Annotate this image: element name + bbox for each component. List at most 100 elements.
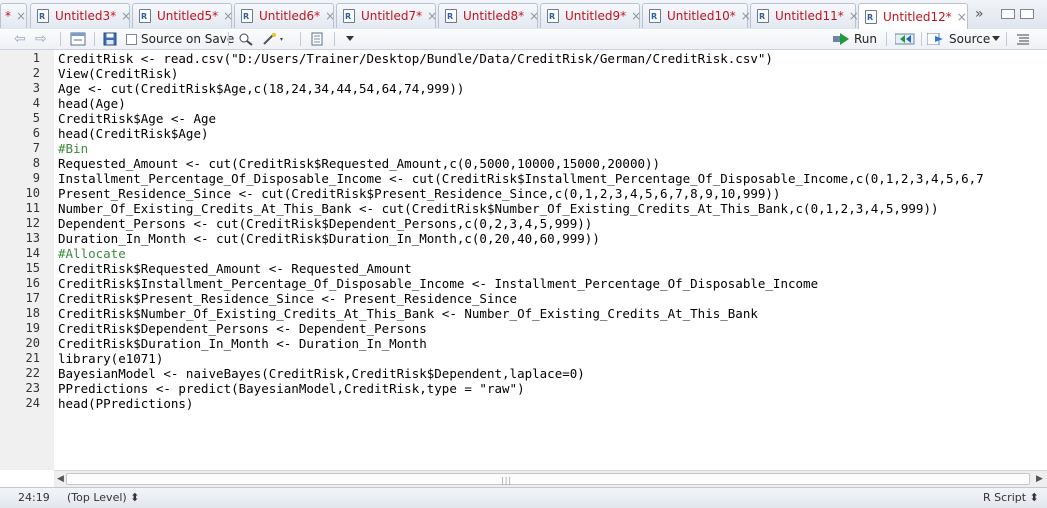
scrollbar-thumb[interactable]: ||| [66, 473, 1030, 485]
line-text[interactable]: Age <- cut(CreditRisk$Age,c(18,24,34,44,… [58, 81, 464, 96]
scope-selector[interactable]: (Top Level) ⬍ [67, 491, 139, 504]
line-number: 3 [32, 81, 40, 95]
save-icon[interactable] [103, 31, 117, 47]
tab-2[interactable]: Untitled3* × [30, 3, 131, 28]
compile-report-icon[interactable] [310, 31, 324, 47]
tab-close-icon[interactable]: × [529, 9, 539, 23]
line-number: 7 [32, 141, 40, 155]
line-text[interactable]: head(CreditRisk$Age) [58, 126, 209, 141]
tab-label: Untitled8* [463, 9, 525, 23]
code-editor[interactable]: 1 CreditRisk <- read.csv("D:/Users/Traine… [0, 50, 1047, 470]
line-text[interactable]: CreditRisk$Installment_Percentage_Of_Dis… [58, 276, 818, 291]
line-text[interactable]: BayesianModel <- naiveBayes(CreditRisk,C… [58, 366, 585, 381]
tab-5[interactable]: Untitled7* × [336, 3, 437, 28]
line-number: 12 [25, 216, 40, 230]
r-file-icon [649, 9, 661, 23]
back-arrow-icon[interactable]: ⇦ [14, 31, 26, 47]
tab-3[interactable]: Untitled5* × [132, 3, 233, 28]
line-number: 24 [25, 396, 40, 410]
line-number: 8 [32, 156, 40, 170]
line-text[interactable]: View(CreditRisk) [58, 66, 178, 81]
tab-label: Untitled12* [883, 9, 952, 24]
line-text[interactable]: CreditRisk$Number_Of_Existing_Credits_At… [58, 306, 758, 321]
line-number: 2 [32, 66, 40, 80]
run-button[interactable]: Run [833, 31, 877, 47]
cursor-position: 24:19 [18, 491, 50, 504]
tab-1[interactable]: * × [0, 3, 27, 28]
line-text[interactable]: CreditRisk$Duration_In_Month <- Duration… [58, 336, 427, 351]
r-file-icon [37, 9, 49, 23]
rerun-icon[interactable] [895, 31, 915, 47]
line-text[interactable]: CreditRisk$Present_Residence_Since <- Pr… [58, 291, 517, 306]
line-text[interactable]: CreditRisk$Age <- Age [58, 111, 216, 126]
scroll-left-arrow-icon[interactable]: ◀ [57, 474, 64, 484]
tab-close-icon[interactable]: × [427, 9, 437, 23]
tab-9[interactable]: Untitled11*× [750, 3, 859, 28]
line-text[interactable]: Installment_Percentage_Of_Disposable_Inc… [58, 171, 984, 186]
more-options-chevron-icon[interactable] [346, 31, 354, 47]
line-number: 14 [25, 246, 40, 260]
r-file-icon [547, 9, 559, 23]
line-text[interactable]: CreditRisk <- read.csv("D:/Users/Trainer… [58, 51, 773, 66]
source-on-save-checkbox[interactable]: Source on Save [126, 31, 234, 47]
line-text[interactable]: Present_Residence_Since <- cut(CreditRis… [58, 186, 780, 201]
line-number: 4 [32, 96, 40, 110]
tab-overflow-icon[interactable]: » [975, 6, 983, 22]
minimize-pane-icon[interactable] [1001, 9, 1015, 19]
line-text[interactable]: CreditRisk$Dependent_Persons <- Dependen… [58, 321, 427, 336]
line-text[interactable]: head(Age) [58, 96, 126, 111]
line-text[interactable]: Number_Of_Existing_Credits_At_This_Bank … [58, 201, 939, 216]
line-number: 9 [32, 171, 40, 185]
line-number: 19 [25, 321, 40, 335]
line-text[interactable]: PPredictions <- predict(BayesianModel,Cr… [58, 381, 525, 396]
line-number: 1 [32, 51, 40, 65]
line-text[interactable]: head(PPredictions) [58, 396, 193, 411]
tab-label: Untitled10* [667, 9, 736, 23]
r-file-icon [445, 9, 457, 23]
r-file-icon [241, 9, 253, 23]
tab-4[interactable]: Untitled6* × [234, 3, 335, 28]
line-text[interactable]: Dependent_Persons <- cut(CreditRisk$Depe… [58, 216, 592, 231]
line-number: 23 [25, 381, 40, 395]
run-label: Run [854, 32, 878, 46]
line-text[interactable]: CreditRisk$Requested_Amount <- Requested… [58, 261, 412, 276]
maximize-pane-icon[interactable] [1020, 9, 1034, 19]
source-button[interactable]: Source [927, 31, 990, 47]
line-number: 18 [25, 306, 40, 320]
line-number: 22 [25, 366, 40, 380]
checkbox-box[interactable] [126, 33, 137, 45]
line-text[interactable]: #Allocate [58, 246, 126, 261]
document-outline-icon[interactable] [1016, 31, 1030, 47]
tab-close-icon[interactable]: × [121, 9, 131, 23]
show-in-window-icon[interactable] [70, 31, 86, 47]
tab-close-icon[interactable]: × [325, 9, 335, 23]
tab-7[interactable]: Untitled9* × [540, 3, 641, 28]
tab-close-icon[interactable]: × [957, 10, 967, 24]
line-text[interactable]: library(e1071) [58, 351, 163, 366]
code-tools-wand-icon[interactable] [262, 31, 286, 47]
line-number: 10 [25, 186, 40, 200]
find-replace-icon[interactable] [238, 31, 254, 47]
r-file-icon [343, 9, 355, 23]
line-number: 15 [25, 261, 40, 275]
r-file-icon [757, 9, 769, 23]
source-label: Source [949, 32, 991, 46]
scroll-right-arrow-icon[interactable]: ▶ [1036, 474, 1043, 484]
line-number: 5 [32, 111, 40, 125]
line-text[interactable]: Requested_Amount <- cut(CreditRisk$Reque… [58, 156, 660, 171]
line-number: 6 [32, 126, 40, 140]
line-text[interactable]: Duration_In_Month <- cut(CreditRisk$Dura… [58, 231, 600, 246]
file-type-selector[interactable]: R Script ⬍ [983, 491, 1039, 504]
horizontal-scrollbar[interactable]: ◀ ||| ▶ [54, 470, 1047, 488]
tab-6[interactable]: Untitled8* × [438, 3, 539, 28]
forward-arrow-icon[interactable]: ⇨ [35, 31, 47, 47]
tab-10[interactable]: Untitled12* × [858, 3, 968, 29]
line-text[interactable]: #Bin [58, 141, 88, 156]
tab-8[interactable]: Untitled10*× [642, 3, 751, 28]
tab-close-icon[interactable]: × [223, 9, 233, 23]
line-number: 13 [25, 231, 40, 245]
tab-close-icon[interactable]: × [631, 9, 641, 23]
source-dropdown-chevron-icon[interactable] [992, 31, 1000, 47]
r-file-icon [865, 9, 877, 24]
tab-close-icon[interactable]: × [16, 9, 26, 23]
